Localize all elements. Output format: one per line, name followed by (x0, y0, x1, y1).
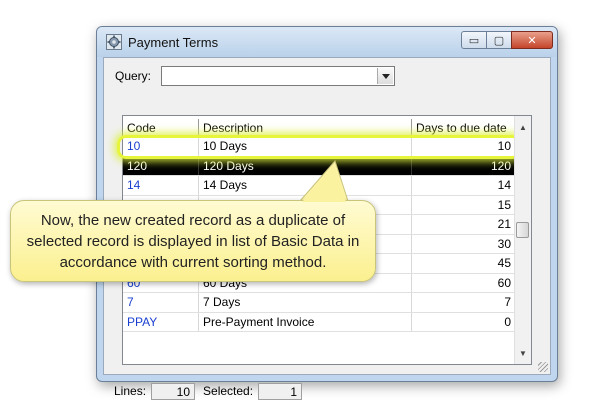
column-header-code[interactable]: Code (123, 119, 199, 136)
chevron-down-icon (381, 73, 390, 79)
window-title: Payment Terms (128, 35, 219, 50)
app-gear-icon (106, 34, 122, 50)
row-days: 30 (412, 234, 516, 253)
query-label: Query: (115, 69, 152, 83)
selected-label: Selected: (203, 384, 254, 398)
title-bar[interactable]: Payment Terms ▭ ▢ ✕ (97, 27, 557, 57)
row-description: 120 Days (199, 156, 412, 175)
maximize-icon: ▢ (493, 34, 505, 47)
selected-count: 1 (258, 382, 303, 400)
scroll-down-arrow[interactable]: ▼ (515, 345, 531, 361)
row-code: 7 (123, 293, 199, 312)
column-header-description[interactable]: Description (199, 119, 412, 136)
row-description: 14 Days (199, 176, 412, 195)
table-row[interactable]: 14 14 Days 14 (123, 176, 516, 196)
vertical-scrollbar[interactable]: ▲ ▼ (514, 116, 531, 364)
row-description: 10 Days (199, 137, 412, 156)
query-dropdown[interactable] (161, 66, 395, 86)
row-description: 7 Days (199, 293, 412, 312)
row-code: 120 (123, 156, 199, 175)
row-code: 14 (123, 176, 199, 195)
row-description: Pre-Payment Invoice (199, 312, 412, 331)
status-bar: Lines: 10 Selected: 1 (114, 382, 310, 400)
row-code: 10 (123, 137, 199, 156)
instruction-callout: Now, the new created record as a duplica… (10, 200, 376, 282)
resize-grip[interactable] (538, 362, 548, 372)
table-row[interactable]: 77 Days 7 (123, 293, 516, 313)
row-days: 45 (412, 254, 516, 273)
row-days: 7 (412, 293, 516, 312)
row-days: 15 (412, 195, 516, 214)
row-days: 10 (412, 137, 516, 156)
row-code: PPAY (123, 312, 199, 331)
table-row[interactable]: PPAY Pre-Payment Invoice 0 (123, 312, 516, 332)
close-button[interactable]: ✕ (511, 31, 553, 49)
row-days: 120 (412, 156, 516, 175)
scroll-up-arrow[interactable]: ▲ (515, 119, 531, 135)
minimize-icon: ▭ (468, 34, 480, 47)
lines-label: Lines: (114, 384, 147, 398)
scroll-thumb[interactable] (516, 222, 529, 238)
list-header: Code Description Days to due date (123, 119, 516, 137)
row-days: 0 (412, 312, 516, 331)
window-controls: ▭ ▢ ✕ (461, 31, 553, 49)
minimize-button[interactable]: ▭ (461, 31, 487, 49)
maximize-button[interactable]: ▢ (486, 31, 512, 49)
column-header-days[interactable]: Days to due date (412, 119, 516, 136)
callout-text: Now, the new created record as a duplica… (26, 211, 360, 271)
row-days: 14 (412, 176, 516, 195)
table-row[interactable]: 10 10 Days 10 (123, 137, 516, 157)
close-icon: ✕ (527, 34, 537, 47)
lines-count: 10 (151, 382, 196, 400)
row-days: 60 (412, 273, 516, 292)
table-row[interactable]: 120 120 Days 120 (123, 156, 516, 176)
query-dropdown-button[interactable] (377, 68, 393, 84)
row-days: 21 (412, 215, 516, 234)
